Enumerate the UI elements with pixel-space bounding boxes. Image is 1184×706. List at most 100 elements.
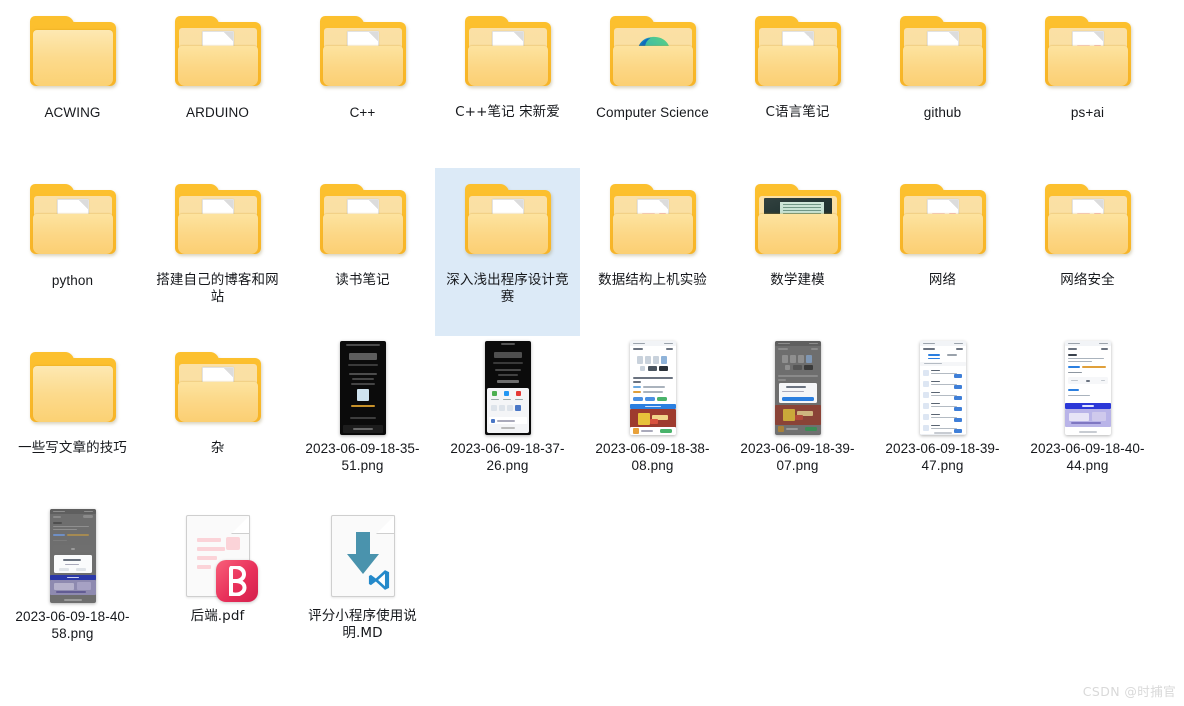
item-label: 搭建自己的博客和网站 [156,272,279,305]
icon-container[interactable] [21,509,125,603]
icon-container[interactable] [891,176,995,264]
item-label: C语言笔记 [765,104,830,120]
item-label: 后端.pdf [190,608,245,624]
icon-container[interactable] [311,341,415,435]
folder-icon [29,352,116,424]
image-thumbnail [919,341,966,435]
file-item[interactable]: 2023-06-09-18-39-07.png [725,336,870,504]
folder-item[interactable]: C语言笔记 [725,0,870,168]
image-thumbnail [629,341,676,435]
page-fold-icon [368,200,378,209]
icon-container[interactable] [891,341,995,435]
folder-icon [174,184,261,256]
folder-item[interactable]: 杂 [145,336,290,504]
icon-container[interactable] [311,512,415,600]
folder-icon [464,184,551,256]
folder-item[interactable]: C++ [290,0,435,168]
folder-item[interactable]: 网络 [870,168,1015,336]
icon-container[interactable] [1036,341,1140,435]
item-label: C++ [349,105,376,120]
icon-container[interactable] [746,176,850,264]
folder-item[interactable]: python [0,168,145,336]
file-item[interactable]: 2023-06-09-18-39-47.png [870,336,1015,504]
folder-front-panel [322,214,403,254]
file-item[interactable]: 2023-06-09-18-35-51.png [290,336,435,504]
file-item[interactable]: 2023-06-09-18-38-08.png [580,336,725,504]
icon-container[interactable] [1036,176,1140,264]
vscode-badge-icon [368,570,389,590]
page-fold-icon [658,200,668,209]
folder-item[interactable]: ps+ai [1015,0,1160,168]
page-fold-icon [803,32,813,41]
folder-item[interactable]: 数学建模 [725,168,870,336]
file-item[interactable]: 后端.pdf [145,504,290,672]
folder-item[interactable]: 网络安全 [1015,168,1160,336]
folder-item[interactable]: 一些写文章的技巧 [0,336,145,504]
icon-container[interactable] [891,8,995,96]
icon-container[interactable] [21,344,125,432]
folder-icon [29,16,116,88]
folder-item[interactable]: 读书笔记 [290,168,435,336]
item-label: 一些写文章的技巧 [18,440,127,456]
item-label: ACWING [44,105,101,120]
icon-container[interactable] [746,8,850,96]
icon-container[interactable] [311,8,415,96]
item-label: 2023-06-09-18-38-08.png [595,441,710,473]
icon-container[interactable] [456,341,560,435]
folder-icon [899,16,986,88]
icon-container[interactable] [601,176,705,264]
folder-front-panel [612,214,693,254]
folder-item[interactable]: 数据结构上机实验 [580,168,725,336]
pdf-file-icon [185,515,258,602]
icon-container[interactable] [1036,8,1140,96]
folder-icon [754,16,841,88]
file-item[interactable]: 2023-06-09-18-37-26.png [435,336,580,504]
file-item[interactable]: 2023-06-09-18-40-44.png [1015,336,1160,504]
icon-container[interactable] [166,8,270,96]
icon-container[interactable] [601,8,705,96]
folder-front-panel [32,30,113,86]
folder-front-panel [757,46,838,86]
item-label: 2023-06-09-18-35-51.png [305,441,420,473]
item-label: 2023-06-09-18-37-26.png [450,441,565,473]
folder-item[interactable]: ARDUINO [145,0,290,168]
folder-item[interactable]: ACWING [0,0,145,168]
icon-container[interactable] [166,176,270,264]
folder-front-panel [32,366,113,422]
file-item[interactable]: 评分小程序使用说明.MD [290,504,435,672]
icon-container[interactable] [21,8,125,96]
folder-item[interactable]: 深入浅出程序设计竞赛 [435,168,580,336]
item-label: ps+ai [1070,105,1105,120]
page-fold-icon [231,515,250,534]
folder-front-panel [322,46,403,86]
folder-item[interactable]: Computer Science [580,0,725,168]
folder-front-panel [177,46,258,86]
folder-item[interactable]: github [870,0,1015,168]
folder-front-panel [902,46,983,86]
page-fold-icon [368,32,378,41]
item-label: 2023-06-09-18-39-07.png [740,441,855,473]
item-label: 2023-06-09-18-40-44.png [1030,441,1145,473]
item-label: 深入浅出程序设计竞赛 [446,272,569,305]
icon-container[interactable] [456,176,560,264]
icon-container[interactable] [166,512,270,602]
folder-icon [1044,184,1131,256]
page-fold-icon [1093,32,1103,41]
icon-container[interactable] [456,8,560,96]
folder-item[interactable]: 搭建自己的博客和网站 [145,168,290,336]
folder-item[interactable]: C++笔记 宋新爱 [435,0,580,168]
image-thumbnail [49,509,96,603]
item-label: 数学建模 [770,272,825,288]
folder-front-panel [467,214,548,254]
icon-grid: ACWING ARDUINO C++ C++笔记 宋新爱 Computer Scienc… [0,0,1184,672]
icon-container[interactable] [21,176,125,264]
folder-front-panel [177,382,258,422]
page-fold-icon [513,32,523,41]
file-item[interactable]: 2023-06-09-18-40-58.png [0,504,145,672]
item-label: 网络 [928,272,957,288]
icon-container[interactable] [311,176,415,264]
folder-icon [29,184,116,256]
icon-container[interactable] [166,344,270,432]
icon-container[interactable] [746,341,850,435]
icon-container[interactable] [601,341,705,435]
